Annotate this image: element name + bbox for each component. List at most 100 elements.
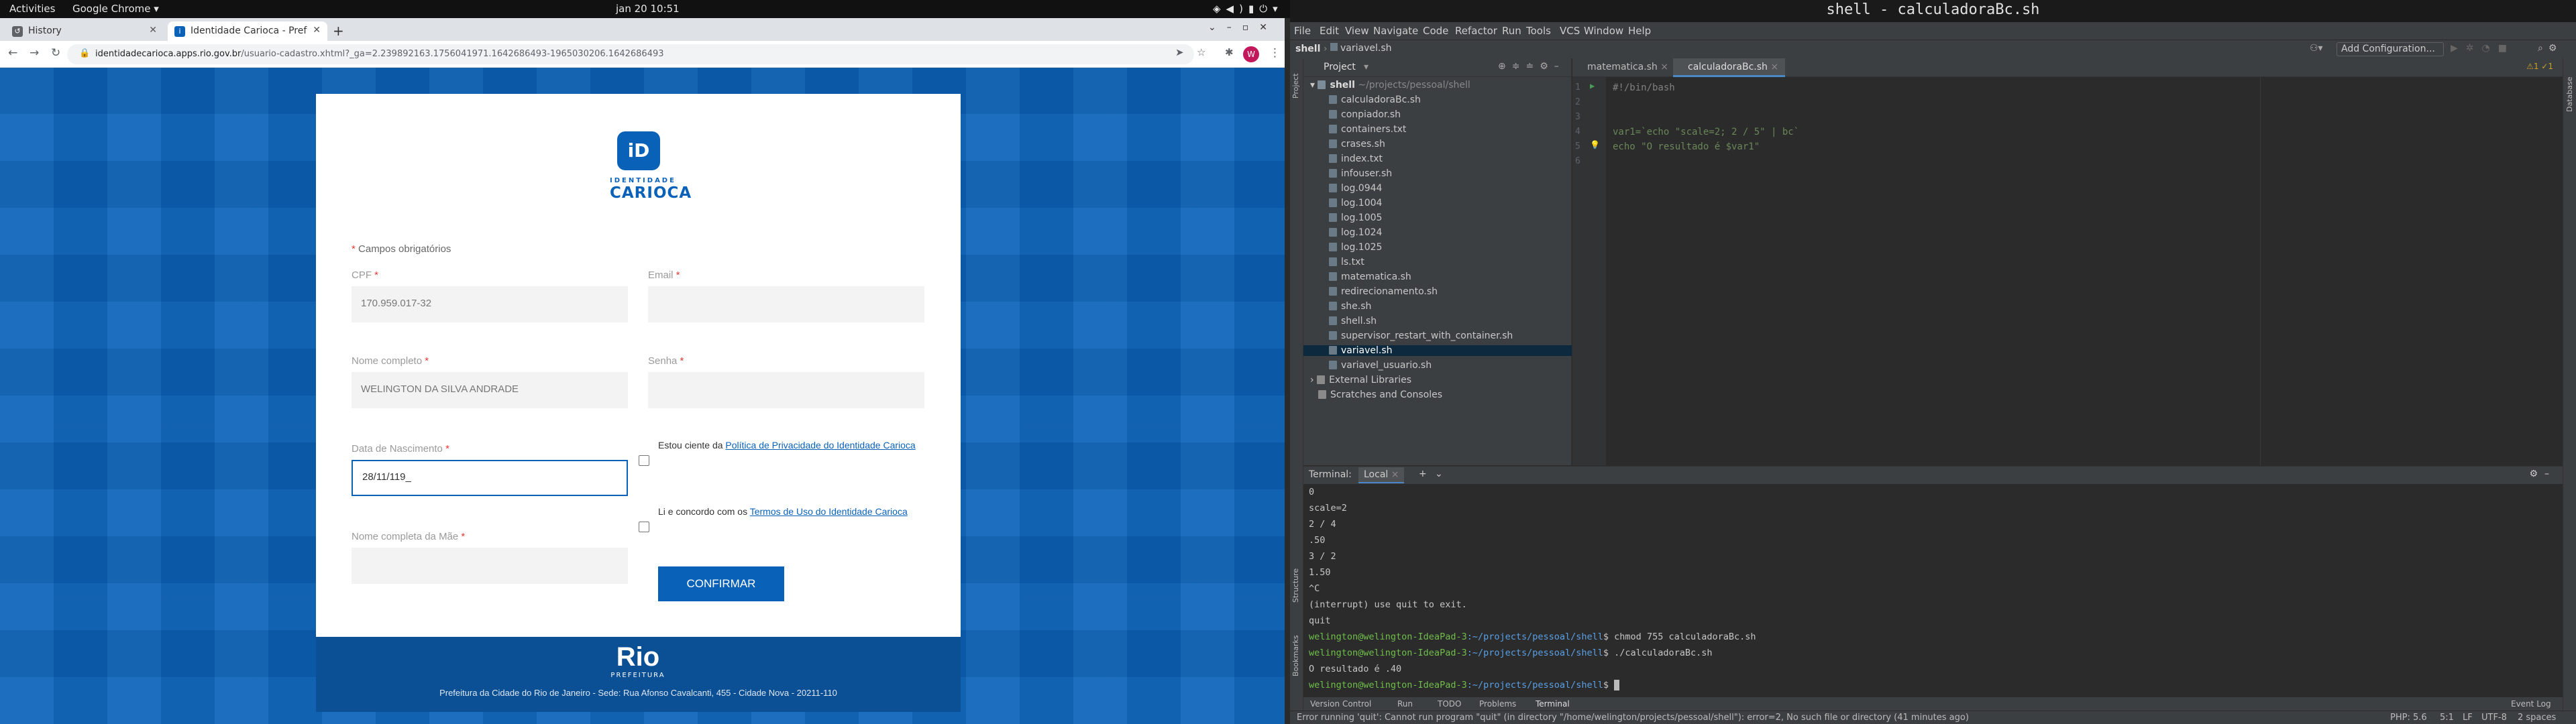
gear-icon[interactable]: ⚙ [1540, 61, 1554, 72]
status-line-separator[interactable]: LF [2463, 713, 2473, 723]
hide-icon[interactable]: – [2544, 469, 2556, 479]
tab-history[interactable]: ↺ History ✕ [5, 21, 164, 41]
tree-file[interactable]: matematica.sh [1303, 272, 1572, 282]
breadcrumb-project[interactable]: shell [1295, 44, 1320, 54]
window-controls[interactable]: ⌄–▫✕ [1208, 22, 1278, 33]
tree-file[interactable]: log.0944 [1303, 183, 1572, 194]
tree-file[interactable]: crases.sh [1303, 139, 1572, 149]
debug-icon[interactable]: ✲ [2466, 43, 2482, 54]
tool-terminal[interactable]: Terminal [1536, 699, 1570, 709]
new-tab-button[interactable]: + [333, 23, 344, 39]
tree-scratches[interactable]: Scratches and Consoles [1318, 389, 1442, 400]
tree-file[interactable]: calculadoraBc.sh [1303, 95, 1572, 105]
battery-icon[interactable]: ▮ [1248, 3, 1259, 15]
tool-database[interactable]: Database [2565, 77, 2574, 113]
bookmark-star-icon[interactable]: ☆ [1197, 46, 1205, 58]
tree-file[interactable]: variavel_usuario.sh [1303, 360, 1572, 371]
menu-file[interactable]: File [1294, 25, 1311, 37]
password-field[interactable] [648, 372, 924, 408]
run-icon[interactable]: ▶ [2451, 43, 2466, 54]
coverage-icon[interactable]: ◔ [2482, 43, 2498, 54]
tree-file[interactable]: log.1004 [1303, 198, 1572, 208]
breadcrumb-file[interactable]: variavel.sh [1330, 43, 1392, 54]
editor-tab-calculadorabc[interactable]: calculadoraBc.sh × [1673, 58, 1786, 77]
address-bar[interactable]: 🔒 identidadecarioca.apps.rio.gov.br/usua… [67, 44, 1194, 64]
privacy-checkbox[interactable] [639, 455, 649, 466]
system-tray[interactable]: ◈◀)▮⏻▾ [1213, 3, 1283, 15]
menu-refactor[interactable]: Refactor [1455, 25, 1497, 37]
terminal-actions[interactable]: ⚙– [2529, 469, 2556, 479]
search-icon[interactable]: ⌕ [2538, 43, 2548, 54]
status-caret-position[interactable]: 5:1 [2440, 713, 2454, 723]
run-toolbar-icons[interactable]: ▶✲◔■ [2451, 43, 2515, 54]
chrome-menu-icon[interactable]: ⋮ [1269, 46, 1281, 60]
menu-tools[interactable]: Tools [1526, 25, 1551, 37]
tree-file[interactable]: index.txt [1303, 154, 1572, 164]
tree-file[interactable]: supervisor_restart_with_container.sh [1303, 330, 1572, 341]
menu-vcs[interactable]: VCS [1560, 25, 1580, 37]
network-icon[interactable]: ◈ [1213, 3, 1226, 15]
intention-bulb-icon[interactable]: 💡 [1590, 140, 1600, 149]
avatar[interactable]: W [1243, 46, 1259, 62]
tool-problems[interactable]: Problems [1479, 699, 1516, 709]
app-menu[interactable]: Google Chrome ▾ [72, 3, 159, 15]
tree-root[interactable]: ▾ shell ~/projects/pessoal/shell [1310, 80, 1470, 90]
full-name-field[interactable]: WELINGTON DA SILVA ANDRADE [352, 372, 628, 408]
hide-icon[interactable]: – [1554, 61, 1565, 72]
tool-bookmarks[interactable]: Bookmarks [1291, 636, 1300, 676]
close-tab-icon[interactable]: ✕ [313, 25, 321, 36]
new-terminal-icon[interactable]: + [1419, 469, 1427, 479]
locate-icon[interactable]: ⊕ [1498, 61, 1512, 72]
status-indent[interactable]: 2 spaces [2518, 713, 2556, 723]
tool-project[interactable]: Project [1291, 73, 1300, 99]
tree-file[interactable]: log.1025 [1303, 242, 1572, 253]
power-icon[interactable]: ⏻▾ [1259, 3, 1283, 15]
share-icon[interactable]: ➤ [1175, 46, 1184, 58]
close-tab-icon[interactable]: ✕ [149, 25, 157, 36]
close-icon[interactable]: × [1770, 62, 1778, 72]
maximize-icon[interactable]: ▫ [1242, 22, 1260, 33]
tree-file[interactable]: log.1005 [1303, 213, 1572, 223]
window-divider[interactable] [1285, 18, 1290, 724]
gear-icon[interactable]: ⚙ [2548, 43, 2563, 54]
menu-window[interactable]: Window [1584, 25, 1623, 37]
mother-name-field[interactable] [352, 548, 628, 584]
menu-navigate[interactable]: Navigate [1373, 25, 1418, 37]
status-php-version[interactable]: PHP: 5.6 [2390, 713, 2427, 723]
terminal-tab-local[interactable]: Local × [1358, 467, 1405, 483]
status-encoding[interactable]: UTF-8 [2481, 713, 2507, 723]
menu-code[interactable]: Code [1423, 25, 1448, 37]
forward-icon[interactable]: → [30, 46, 39, 60]
cpf-field[interactable]: 170.959.017-32 [352, 286, 628, 322]
user-icon[interactable]: ⚇▾ [2310, 43, 2323, 54]
chevron-down-icon[interactable]: ⌄ [1435, 469, 1443, 479]
tool-todo[interactable]: TODO [1438, 699, 1461, 709]
tool-structure[interactable]: Structure [1291, 568, 1300, 603]
tab-identidade-carioca[interactable]: i Identidade Carioca - Pref ✕ [168, 21, 327, 41]
email-field[interactable] [648, 286, 924, 322]
tree-file[interactable]: variavel.sh [1303, 345, 1572, 356]
terms-checkbox[interactable] [639, 522, 649, 532]
status-message[interactable]: Error running 'quit': Cannot run program… [1297, 713, 1969, 723]
chevron-down-icon[interactable]: ⌄ [1208, 22, 1227, 33]
tree-file[interactable]: conpiador.sh [1303, 109, 1572, 120]
close-icon[interactable]: × [1660, 62, 1668, 72]
expand-icon[interactable]: ≐ [1525, 61, 1540, 72]
tree-file[interactable]: infouser.sh [1303, 168, 1572, 179]
clock[interactable]: jan 20 10:51 [616, 3, 680, 15]
lock-icon[interactable]: 🔒 [79, 48, 90, 58]
tree-file[interactable]: redirecionamento.sh [1303, 286, 1572, 297]
minimize-icon[interactable]: – [1227, 22, 1242, 33]
birth-date-field[interactable]: 28/11/119_ [352, 460, 628, 496]
close-icon[interactable]: ✕ [1259, 22, 1278, 33]
privacy-policy-link[interactable]: Política de Privacidade do Identidade Ca… [725, 440, 915, 450]
terms-of-use-link[interactable]: Termos de Uso do Identidade Carioca [750, 506, 908, 517]
panel-actions[interactable]: ⊕≑≐⚙– [1498, 61, 1565, 72]
close-icon[interactable]: × [1391, 469, 1399, 480]
back-icon[interactable]: ← [8, 46, 17, 60]
activities-button[interactable]: Activities [9, 3, 55, 15]
tree-file[interactable]: containers.txt [1303, 124, 1572, 135]
project-panel-title[interactable]: Project [1324, 62, 1356, 72]
gear-icon[interactable]: ⚙ [2529, 469, 2544, 479]
tree-file[interactable]: log.1024 [1303, 227, 1572, 238]
